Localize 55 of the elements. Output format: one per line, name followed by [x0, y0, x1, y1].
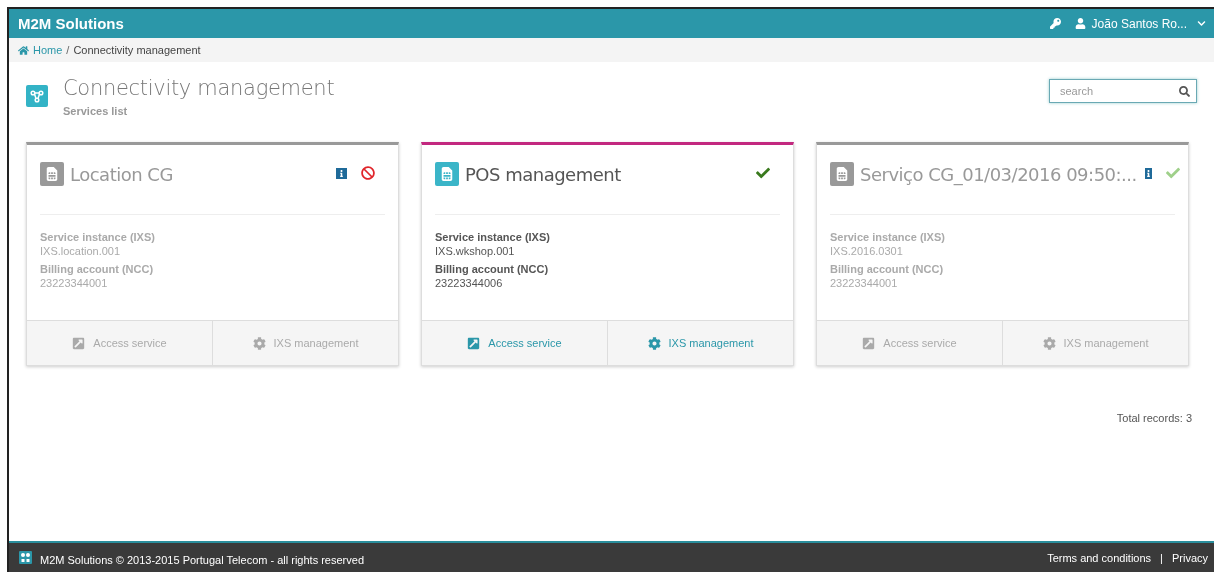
field-label: Service instance (IXS) [40, 231, 156, 243]
service-card[interactable]: Serviço CG_01/03/2016 09:50:... Service instance (IXS) IXS.2016.0301 Billing account (NCC) 23223344001 Access service IXS management [816, 142, 1189, 366]
search-field[interactable]: search [1049, 79, 1197, 103]
sim-card-icon [435, 162, 459, 186]
card-title: Serviço CG_01/03/2016 09:50:... [860, 164, 1137, 185]
copyright-text: M2M Solutions © 2013-2015 Portugal Telecom - all rights reserved [40, 553, 365, 566]
field-label: Service instance (IXS) [830, 231, 946, 243]
user-icon [1074, 18, 1086, 29]
chevron-down-icon[interactable] [1197, 19, 1206, 28]
breadcrumb-link[interactable]: Home [33, 44, 63, 56]
external-link-icon [72, 336, 86, 350]
footer-link[interactable]: Terms and conditions [1047, 551, 1152, 564]
user-name[interactable]: João Santos Ro... [1091, 16, 1187, 31]
key-icon[interactable] [1049, 18, 1061, 29]
page-subtitle: Services list [63, 105, 129, 117]
sim-card-icon [830, 162, 854, 186]
card-action-button[interactable]: Access service [27, 321, 212, 365]
external-link-icon [467, 336, 481, 350]
info-icon[interactable] [336, 168, 347, 179]
breadcrumb-current: Connectivity management [73, 44, 201, 56]
brand-name: M2M Solutions [18, 15, 125, 32]
page-title: Connectivity management [63, 76, 336, 100]
card-action-button[interactable]: Access service [422, 321, 607, 365]
search-icon[interactable] [1179, 85, 1190, 97]
field-value: 23223344001 [40, 277, 109, 289]
field-label: Billing account (NCC) [830, 263, 945, 275]
field-label: Service instance (IXS) [435, 231, 551, 243]
total-records: Total records: 3 [1116, 412, 1192, 424]
gear-icon [252, 336, 266, 350]
card-action-button[interactable]: IXS management [607, 321, 793, 365]
field-label: Billing account (NCC) [40, 263, 155, 275]
field-value: IXS.wkshop.001 [435, 245, 516, 257]
sim-card-icon [40, 162, 64, 186]
gear-icon [1042, 336, 1056, 350]
footer-separator: | [1160, 551, 1163, 564]
card-title: Location CG [70, 164, 174, 185]
footer-link[interactable]: Privacy [1171, 551, 1208, 564]
external-link-icon [862, 336, 876, 350]
gear-icon [647, 336, 661, 350]
home-icon [18, 44, 29, 56]
breadcrumb-separator: / [66, 44, 70, 56]
service-card[interactable]: POS management Service instance (IXS) IXS.wkshop.001 Billing account (NCC) 23223344006 Access service IXS management [421, 142, 794, 366]
card-action-button[interactable]: Access service [817, 321, 1002, 365]
card-action-button[interactable]: IXS management [212, 321, 398, 365]
card-action-button[interactable]: IXS management [1002, 321, 1188, 365]
field-value: IXS.2016.0301 [830, 245, 904, 257]
info-icon[interactable] [1144, 168, 1152, 179]
network-icon [26, 85, 48, 107]
field-value: 23223344001 [830, 277, 899, 289]
card-title: POS management [465, 164, 622, 185]
logo-icon [19, 551, 32, 564]
field-value: 23223344006 [435, 277, 504, 289]
field-value: IXS.location.001 [40, 245, 122, 257]
service-card[interactable]: Location CG Service instance (IXS) IXS.location.001 Billing account (NCC) 23223344001 Access service IXS management [26, 142, 399, 366]
field-label: Billing account (NCC) [435, 263, 550, 275]
